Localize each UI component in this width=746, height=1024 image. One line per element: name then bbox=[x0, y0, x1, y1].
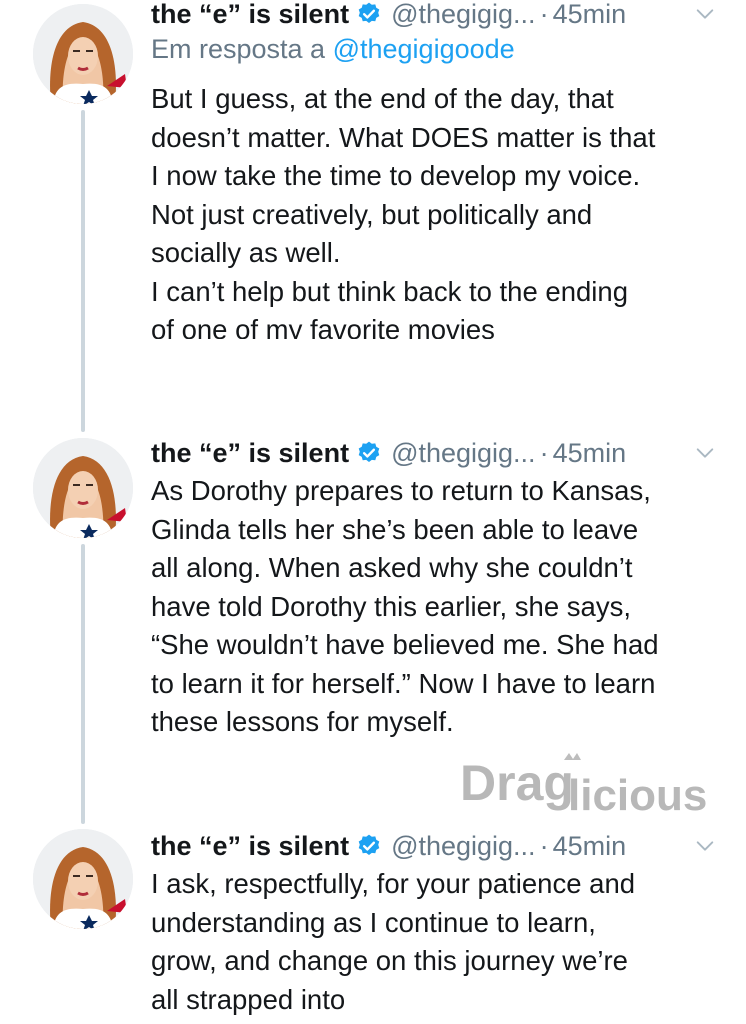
avatar[interactable] bbox=[33, 438, 133, 538]
reply-label: Em resposta a bbox=[151, 34, 326, 64]
display-name[interactable]: the “e” is silent bbox=[151, 0, 349, 30]
tweet-text-line: I can’t help but think back to the endin… bbox=[151, 275, 628, 307]
avatar[interactable] bbox=[33, 4, 133, 104]
timestamp[interactable]: 45min bbox=[553, 831, 627, 862]
verified-badge-icon bbox=[358, 834, 380, 855]
watermark-text-left: Drag bbox=[460, 755, 574, 811]
tweet-text-line: socially as well. bbox=[151, 237, 341, 268]
tweet-header: the “e” is silent @thegigig... · 45min bbox=[151, 0, 716, 34]
tweet-text-line: grow, and change on this journey we’re bbox=[151, 945, 628, 976]
tweet-text-line: these lessons for myself. bbox=[151, 706, 454, 737]
tweet-text: But I guess, at the end of the day, that… bbox=[151, 80, 726, 339]
tweet-header: the “e” is silent @thegigig... · 45min bbox=[151, 826, 716, 866]
draglicious-watermark-logo: Drag licious bbox=[460, 753, 707, 820]
avatar[interactable] bbox=[33, 829, 133, 929]
reply-context: Em resposta a @thegigigoode bbox=[151, 34, 515, 65]
separator-dot: · bbox=[539, 830, 549, 861]
reply-mention-link[interactable]: @thegigigoode bbox=[333, 34, 515, 64]
avatar-image bbox=[33, 829, 133, 929]
chevron-down-icon[interactable] bbox=[694, 835, 716, 857]
tweet-text-line: all strapped into bbox=[151, 983, 346, 1015]
separator-dot: · bbox=[539, 437, 549, 468]
tweet-text-line: doesn’t matter. What DOES matter is that bbox=[151, 121, 656, 153]
tweet-text-line: “She wouldn’t have believed me. She had bbox=[151, 629, 659, 660]
tweet-text-line: understanding as I continue to learn, bbox=[151, 906, 596, 938]
tweet-text: I ask, respectfully, for your patience a… bbox=[151, 865, 726, 1019]
user-handle[interactable]: @thegigig... bbox=[391, 0, 536, 30]
tweet-header: the “e” is silent @thegigig... · 45min bbox=[151, 433, 716, 473]
thread-connector-line bbox=[81, 544, 85, 824]
tweet-text-line: have told Dorothy this earlier, she says… bbox=[151, 590, 631, 622]
timestamp[interactable]: 45min bbox=[553, 0, 627, 30]
tweet-text-line: I ask, respectfully, for your patience a… bbox=[151, 868, 636, 899]
separator-dot: · bbox=[539, 0, 549, 29]
tweet-text-line: all along. When asked why she couldn’t bbox=[151, 552, 633, 583]
user-handle[interactable]: @thegigig... bbox=[391, 438, 536, 469]
display-name[interactable]: the “e” is silent bbox=[151, 438, 349, 469]
chevron-down-icon[interactable] bbox=[694, 3, 716, 25]
tweet-text: As Dorothy prepares to return to Kansas,… bbox=[151, 472, 726, 742]
avatar-image bbox=[33, 438, 133, 538]
user-handle[interactable]: @thegigig... bbox=[391, 831, 536, 862]
verified-badge-icon bbox=[358, 2, 380, 23]
avatar-image bbox=[33, 4, 133, 104]
verified-badge-icon bbox=[358, 441, 380, 462]
display-name[interactable]: the “e” is silent bbox=[151, 831, 349, 862]
thread-connector-line bbox=[81, 110, 85, 432]
tweet-text-line: to learn it for herself.” Now I have to … bbox=[151, 667, 656, 699]
tweet-text-line: As Dorothy prepares to return to Kansas, bbox=[151, 475, 651, 506]
tweet-text-line: Not just creatively, but politically and bbox=[151, 198, 593, 230]
tweet-text-line: of one of my favorite movies bbox=[151, 314, 495, 339]
watermark-text-right: licious bbox=[568, 771, 707, 820]
tweet-text-line: Glinda tells her she’s been able to leav… bbox=[151, 513, 639, 545]
timestamp[interactable]: 45min bbox=[553, 438, 627, 469]
tweet-text-line: But I guess, at the end of the day, that bbox=[151, 83, 614, 114]
chevron-down-icon[interactable] bbox=[694, 442, 716, 464]
tweet-text-line: I now take the time to develop my voice. bbox=[151, 160, 641, 191]
